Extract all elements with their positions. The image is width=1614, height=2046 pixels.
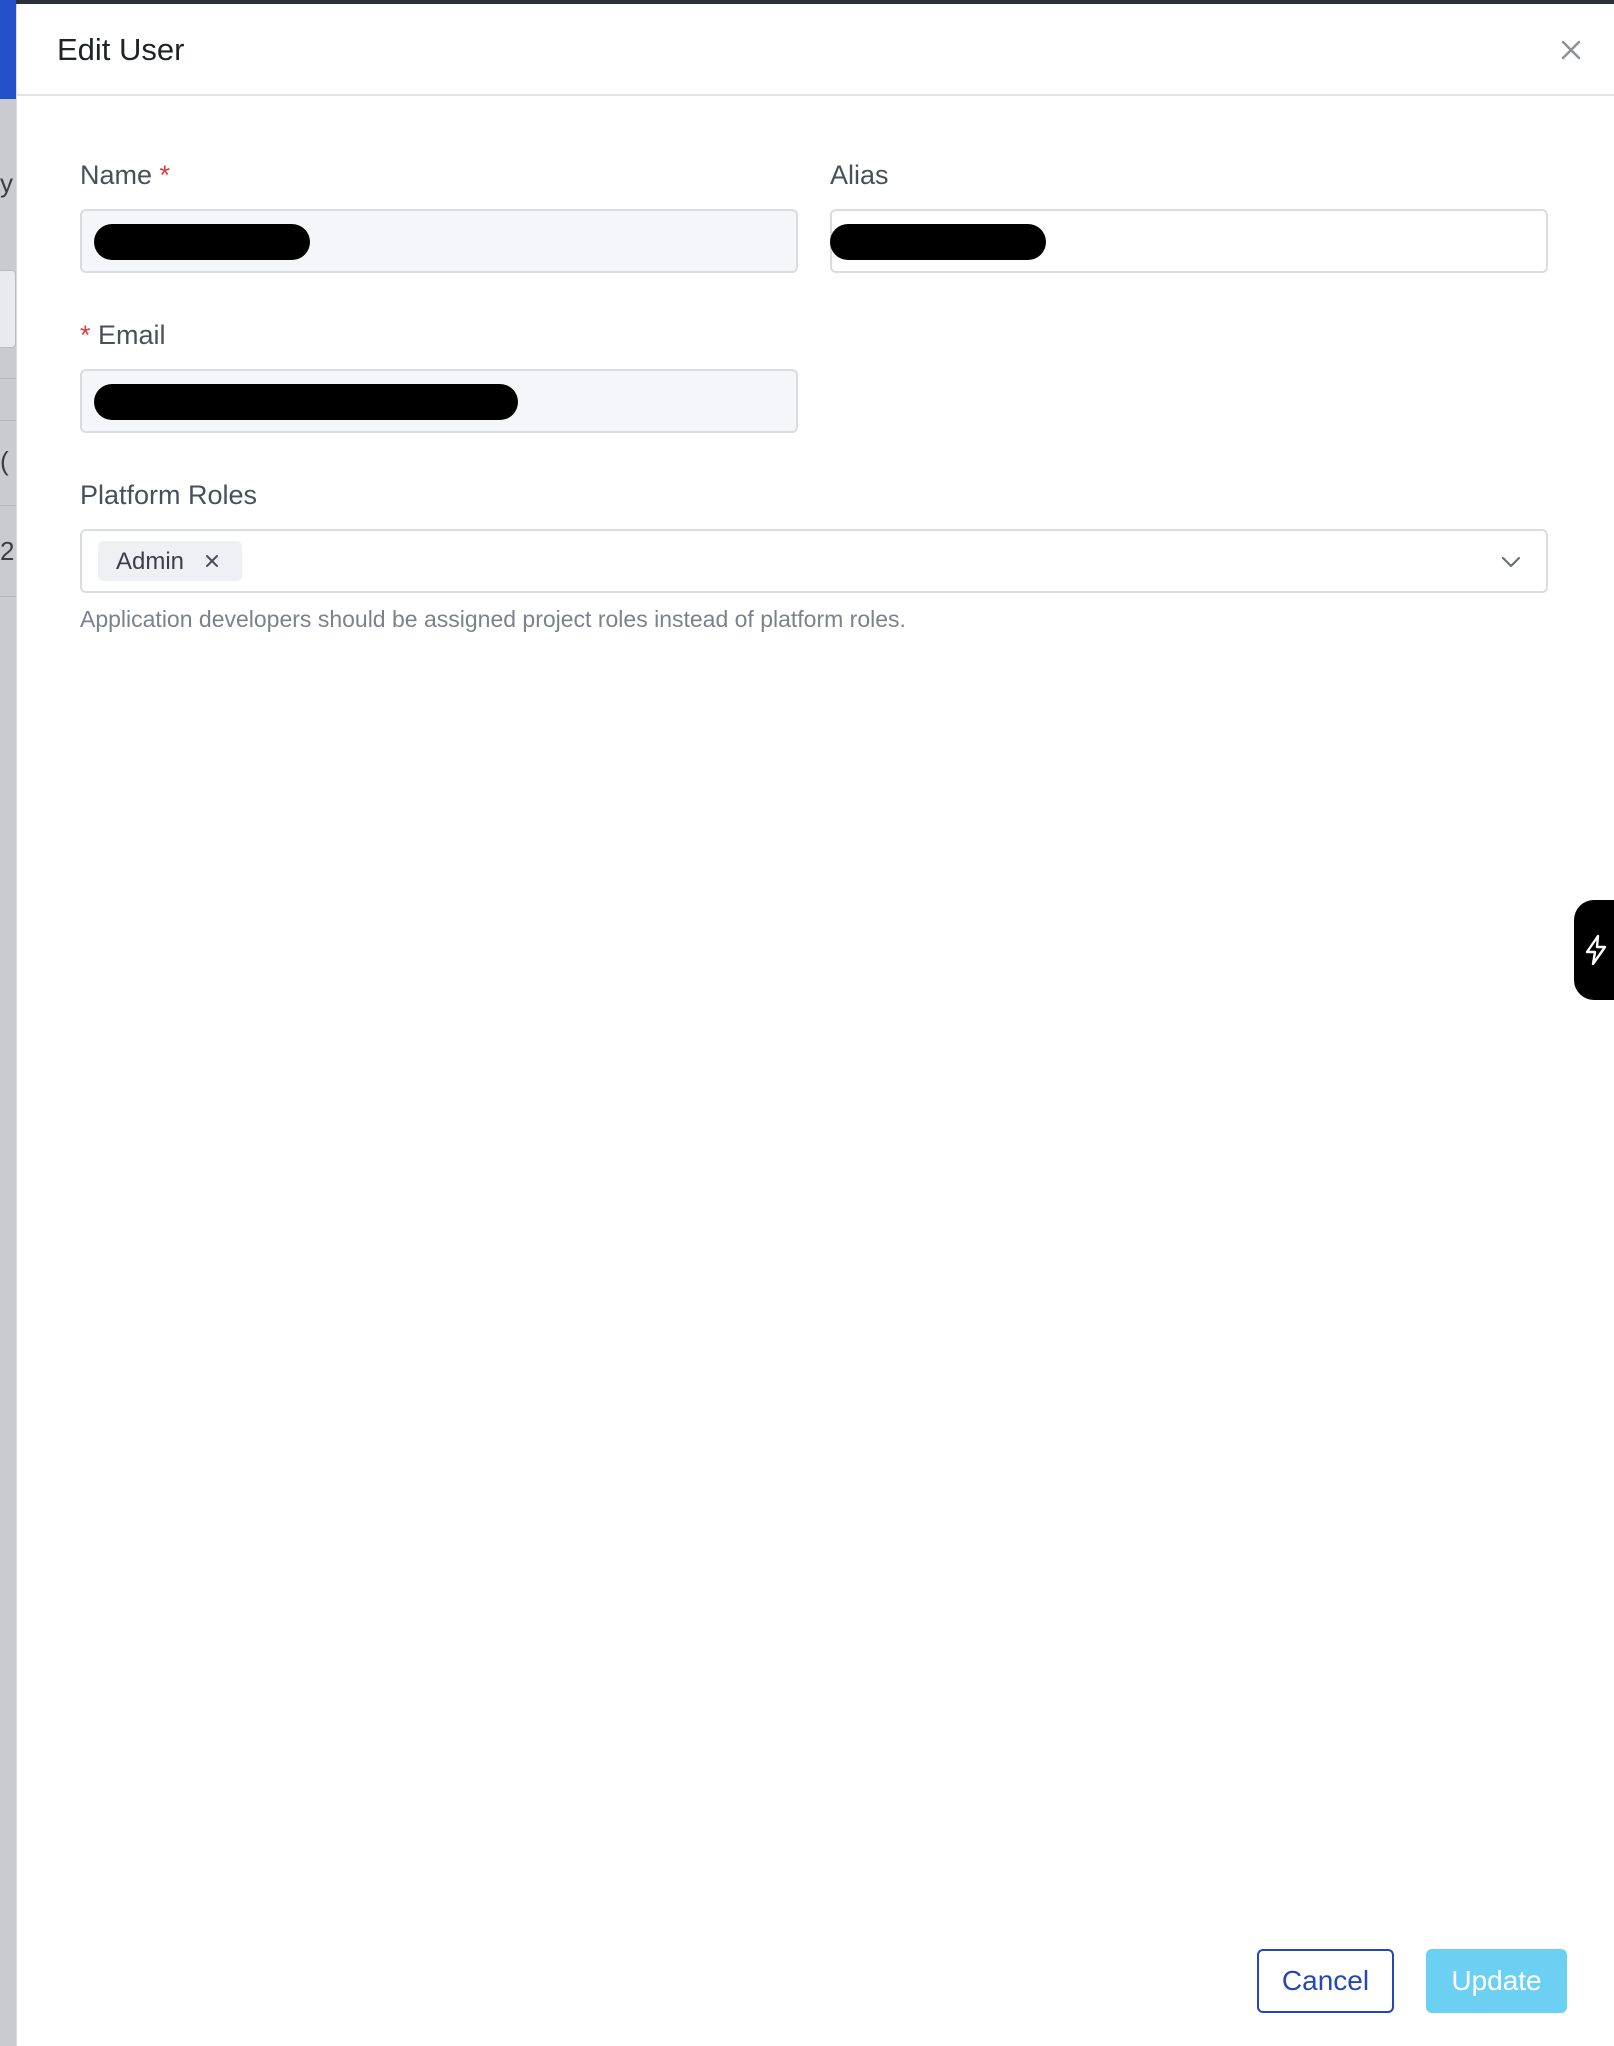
- platform-roles-label: Platform Roles: [80, 480, 258, 510]
- name-label-text: Name: [80, 160, 153, 190]
- side-widget-button[interactable]: [1574, 900, 1614, 1000]
- redacted-email-value: [94, 384, 518, 420]
- required-mark: *: [159, 160, 171, 190]
- background-text: y: [0, 168, 13, 198]
- role-tag-admin: Admin: [98, 541, 242, 581]
- background-divider: [0, 596, 16, 597]
- alias-field[interactable]: [830, 209, 1548, 273]
- role-tag-label: Admin: [116, 548, 185, 575]
- close-icon: [1561, 40, 1581, 60]
- chevron-down-icon: [1501, 556, 1521, 568]
- background-brand-strip: [0, 0, 16, 99]
- background-divider: [0, 378, 16, 379]
- email-label-text: Email: [98, 320, 166, 350]
- background-text: 2: [0, 536, 15, 566]
- close-icon: [206, 555, 218, 567]
- drawer-title: Edit User: [57, 32, 185, 67]
- email-label: * Email: [80, 320, 166, 351]
- background-text: (: [0, 446, 9, 476]
- email-field[interactable]: [80, 369, 798, 433]
- required-mark: *: [80, 320, 91, 350]
- redacted-name-value: [94, 224, 310, 260]
- lightning-icon: [1585, 934, 1607, 966]
- platform-roles-help-text: Application developers should be assigne…: [80, 606, 906, 632]
- name-label: Name *: [80, 160, 170, 191]
- background-divider: [0, 505, 16, 506]
- alias-label: Alias: [830, 160, 889, 190]
- drawer-header: Edit User: [17, 4, 1614, 96]
- role-tag-remove-button[interactable]: [202, 551, 222, 571]
- background-card: [0, 270, 16, 348]
- name-field[interactable]: [80, 209, 798, 273]
- redacted-alias-value: [830, 224, 1046, 260]
- close-button[interactable]: [1555, 34, 1587, 66]
- platform-roles-select[interactable]: Admin: [80, 529, 1548, 593]
- background-divider: [0, 420, 16, 421]
- edit-user-drawer: Edit User: [16, 4, 1614, 2046]
- cancel-button[interactable]: Cancel: [1257, 1949, 1394, 2013]
- update-button[interactable]: Update: [1426, 1949, 1567, 2013]
